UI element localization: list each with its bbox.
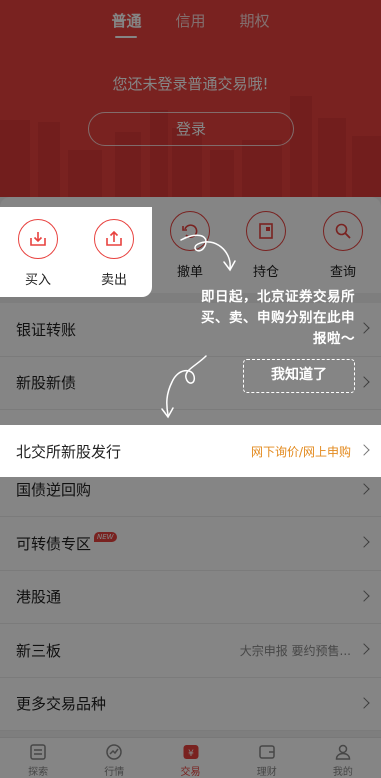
curly-arrow-bottom [166,355,207,416]
curly-arrow-top [180,234,231,269]
guide-arrows [161,234,236,419]
